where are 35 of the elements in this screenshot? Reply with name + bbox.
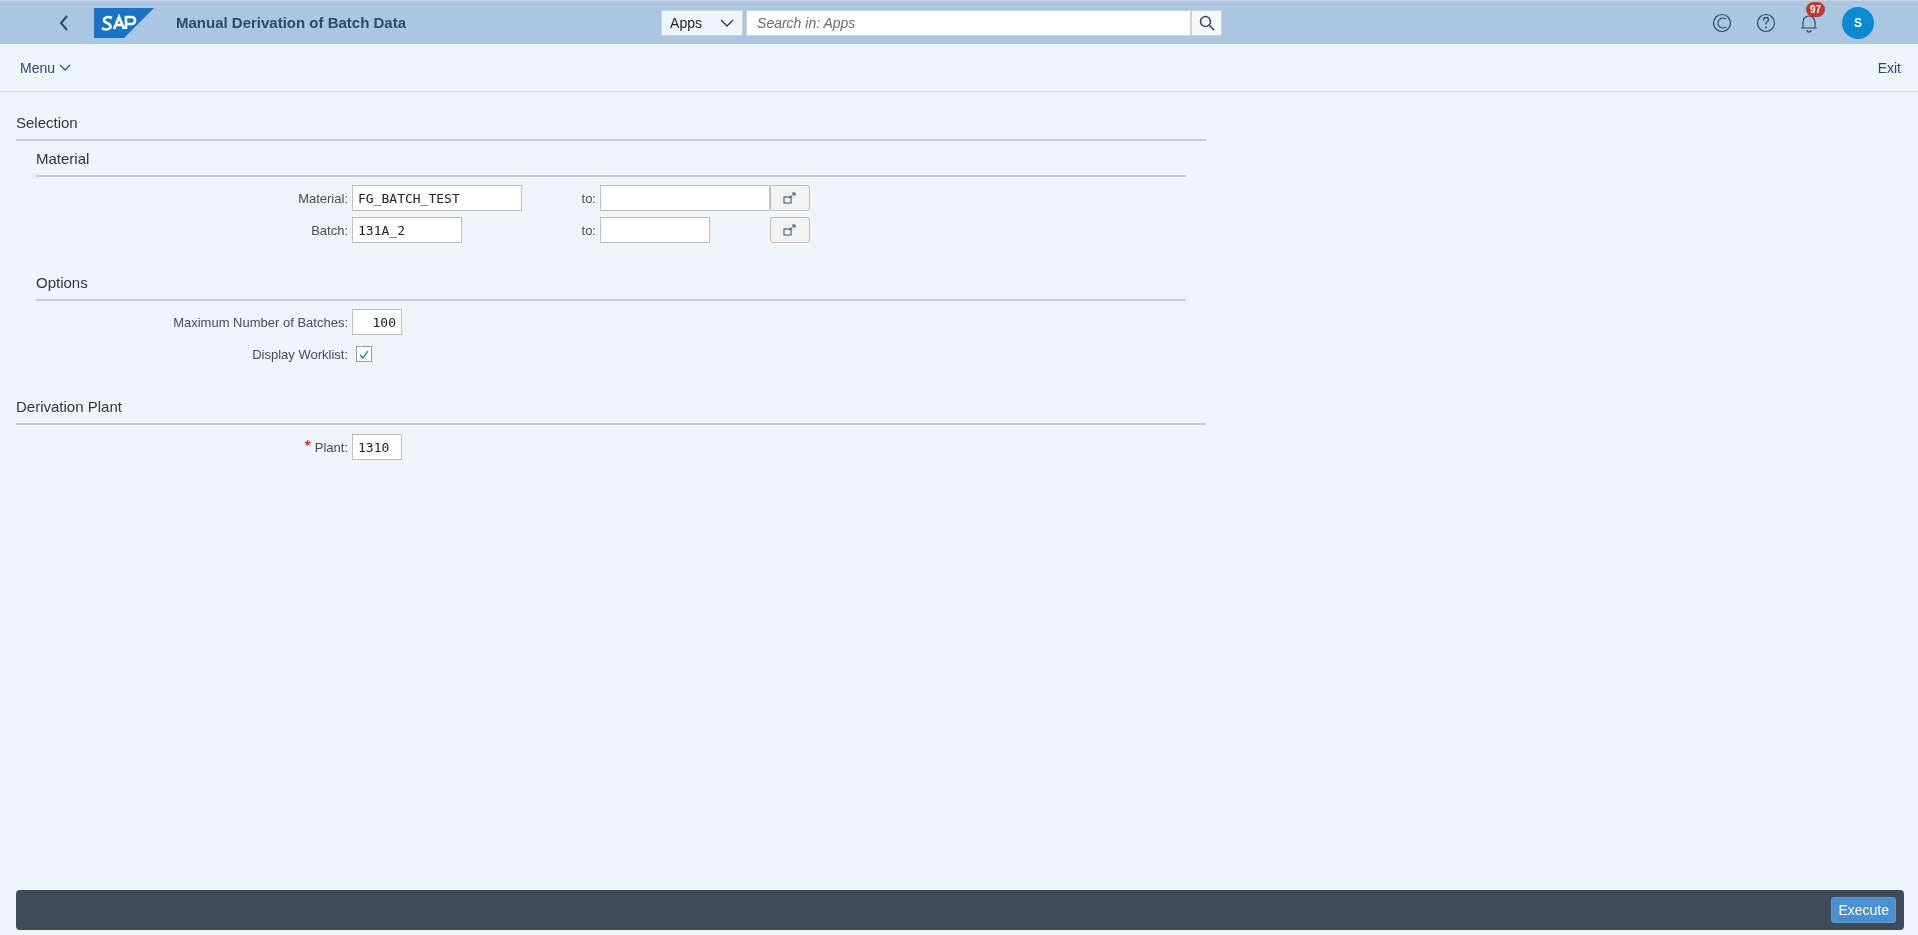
multiple-selection-button[interactable] — [770, 217, 810, 243]
checkbox[interactable] — [356, 346, 372, 362]
search-icon — [1198, 14, 1215, 31]
help-icon[interactable] — [1756, 12, 1776, 33]
chevron-down-icon — [720, 18, 735, 27]
group-title: Options — [36, 274, 1186, 301]
chevron-down-icon — [59, 63, 72, 72]
group-title: Material — [36, 150, 1186, 177]
section-title: Selection — [16, 114, 1206, 141]
field-label: * Plant: — [303, 438, 349, 456]
export-icon — [783, 192, 797, 204]
notification-badge: 97 — [1806, 1, 1826, 17]
input-field[interactable]: 1310 — [352, 434, 402, 460]
field-label: Material: — [297, 190, 349, 206]
app-title: Manual Derivation of Batch Data — [176, 14, 407, 31]
input-field[interactable]: 100 — [352, 309, 402, 335]
multiple-selection-button[interactable] — [770, 185, 810, 211]
search-button[interactable] — [1191, 9, 1223, 36]
field-label: Maximum Number of Batches: — [172, 314, 349, 330]
exit-button[interactable]: Exit — [1877, 59, 1901, 76]
input-field[interactable]: FG_BATCH_TEST — [352, 185, 522, 211]
input-field[interactable] — [600, 217, 710, 243]
input-field[interactable] — [600, 185, 770, 211]
field-label: to: — [580, 190, 596, 206]
menu-button[interactable]: Menu — [20, 59, 72, 76]
input-field[interactable]: 131A_2 — [352, 217, 462, 243]
field-label: Batch: — [310, 222, 349, 238]
section-title: Derivation Plant — [16, 398, 1206, 425]
field-label: to: — [580, 222, 596, 238]
user-avatar[interactable]: S — [1842, 6, 1874, 39]
search-scope-dropdown[interactable]: Apps — [661, 9, 744, 36]
logo-icon[interactable] — [94, 7, 154, 38]
export-icon — [783, 224, 797, 236]
field-label: Display Worklist: — [251, 346, 349, 362]
search-field[interactable]: Search in: Apps — [746, 9, 1192, 36]
